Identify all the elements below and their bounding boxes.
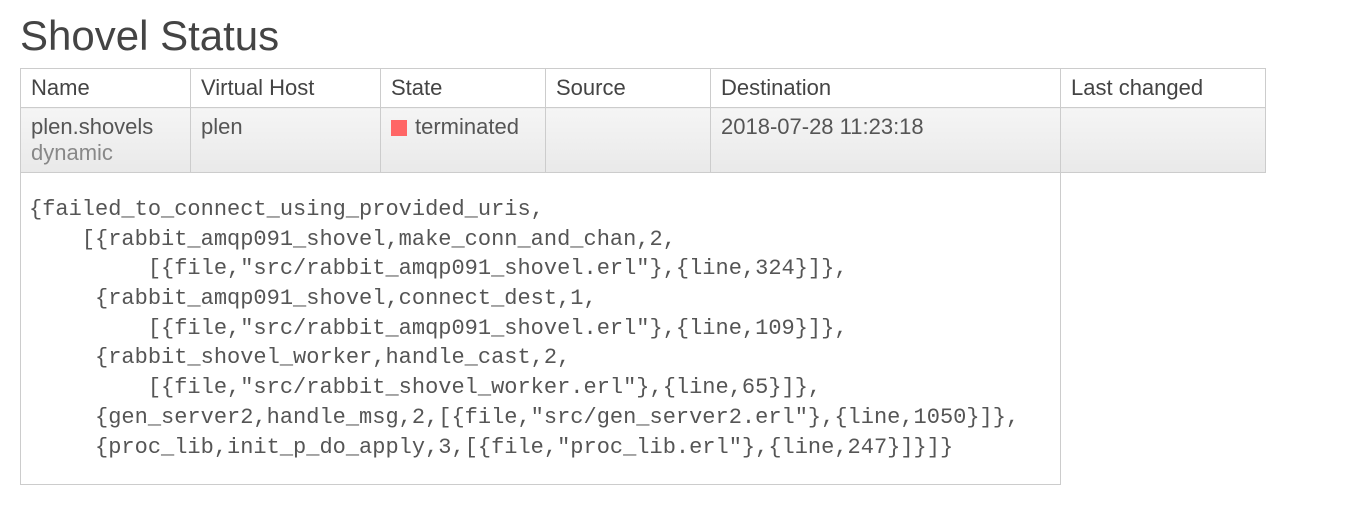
state-text: terminated [415, 114, 519, 139]
error-cell: {failed_to_connect_using_provided_uris, … [21, 173, 1061, 485]
cell-vhost: plen [191, 108, 381, 173]
error-row: {failed_to_connect_using_provided_uris, … [21, 173, 1266, 485]
cell-name: plen.shovels dynamic [21, 108, 191, 173]
header-last-changed[interactable]: Last changed [1061, 69, 1266, 108]
header-destination[interactable]: Destination [711, 69, 1061, 108]
cell-destination: 2018-07-28 11:23:18 [711, 108, 1061, 173]
header-name[interactable]: Name [21, 69, 191, 108]
header-vhost[interactable]: Virtual Host [191, 69, 381, 108]
cell-state: terminated [381, 108, 546, 173]
shovel-status-table: Name Virtual Host State Source Destinati… [20, 68, 1266, 485]
shovel-type: dynamic [31, 140, 113, 165]
shovel-name: plen.shovels [31, 114, 153, 139]
state-indicator-icon [391, 120, 407, 136]
header-state[interactable]: State [381, 69, 546, 108]
table-row[interactable]: plen.shovels dynamic plen terminated 201… [21, 108, 1266, 173]
table-header-row: Name Virtual Host State Source Destinati… [21, 69, 1266, 108]
cell-last-changed [1061, 108, 1266, 173]
header-source[interactable]: Source [546, 69, 711, 108]
error-stacktrace: {failed_to_connect_using_provided_uris, … [21, 173, 1060, 484]
cell-source [546, 108, 711, 173]
page-title: Shovel Status [20, 12, 1328, 60]
